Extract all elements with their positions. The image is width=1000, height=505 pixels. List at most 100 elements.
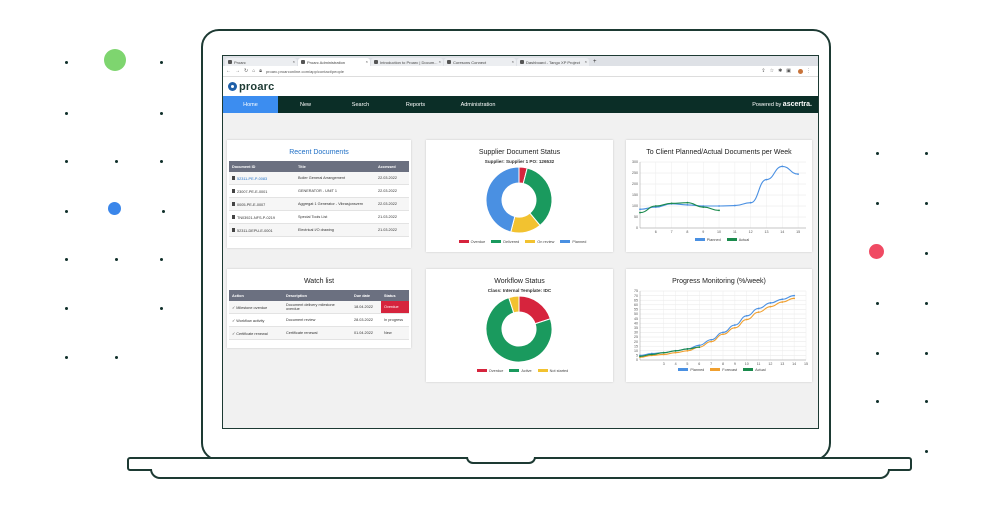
data-point[interactable]: [797, 173, 799, 175]
avatar[interactable]: [798, 68, 803, 74]
legend-label[interactable]: Planned: [572, 240, 586, 244]
data-point[interactable]: [733, 324, 736, 326]
legend-label[interactable]: Overdue: [471, 240, 486, 244]
data-point[interactable]: [686, 348, 689, 350]
document-link[interactable]: 52311-PE-P-0083: [237, 177, 267, 181]
col-status[interactable]: Status: [381, 290, 409, 301]
legend-label[interactable]: Planned: [707, 238, 721, 242]
table-row[interactable]: ✓ Certificate renewal Certificate renewal…: [229, 326, 409, 340]
data-point[interactable]: [718, 205, 720, 207]
close-icon[interactable]: ×: [585, 59, 587, 64]
data-point[interactable]: [662, 353, 665, 356]
legend-label[interactable]: Delivered: [503, 240, 519, 244]
data-point[interactable]: [757, 307, 760, 310]
series-line-actual[interactable]: [639, 346, 700, 357]
data-point[interactable]: [745, 314, 748, 317]
browser-tab[interactable]: Dashboard - Tango XP Project ×: [517, 58, 589, 66]
legend-label[interactable]: Forecast: [722, 368, 737, 372]
legend-label[interactable]: Overdue: [489, 369, 504, 373]
reload-icon[interactable]: ↻: [244, 68, 248, 74]
document-link[interactable]: 52311-DEPU-E-0001: [237, 229, 273, 233]
data-point[interactable]: [733, 326, 736, 329]
data-point[interactable]: [781, 298, 784, 301]
logo[interactable]: proarc: [239, 81, 274, 93]
new-tab-button[interactable]: +: [590, 58, 597, 66]
data-point[interactable]: [757, 311, 760, 314]
close-icon[interactable]: ×: [366, 59, 368, 64]
data-point[interactable]: [745, 318, 748, 321]
share-icon[interactable]: ⇪: [761, 68, 765, 74]
legend-label[interactable]: Planned: [690, 368, 704, 372]
table-row[interactable]: ✓ Workflow activity Document review 28.03.…: [229, 313, 409, 327]
data-point[interactable]: [781, 165, 784, 168]
col-due-date[interactable]: Due date: [351, 290, 381, 301]
browser-tab-active[interactable]: Proarc Administration ×: [298, 58, 370, 66]
data-point[interactable]: [639, 211, 641, 214]
table-row[interactable]: 23007-PE-E-0001 GENERATOR - UNIT 1 22.03.2…: [229, 184, 409, 198]
data-point[interactable]: [722, 333, 724, 336]
document-link[interactable]: 0005-PE-E-0007: [237, 203, 265, 207]
data-point[interactable]: [710, 340, 713, 343]
data-point[interactable]: [654, 205, 657, 207]
col-title[interactable]: Title: [295, 161, 375, 172]
data-point[interactable]: [722, 331, 724, 334]
data-point[interactable]: [698, 346, 701, 349]
menu-administration[interactable]: Administration: [443, 96, 513, 113]
back-icon[interactable]: ←: [226, 68, 231, 74]
col-description[interactable]: Description: [283, 290, 351, 301]
star-icon[interactable]: ☆: [770, 68, 774, 74]
col-document-id[interactable]: Document ID: [229, 161, 295, 172]
document-link[interactable]: TN03921-NFS-P-0219: [237, 216, 275, 220]
data-point[interactable]: [702, 206, 705, 208]
data-point[interactable]: [769, 302, 772, 304]
data-point[interactable]: [674, 349, 677, 352]
url-field[interactable]: proarc.proarconline.com/app/contact/peop…: [266, 69, 761, 74]
legend-label[interactable]: Actual: [755, 368, 766, 372]
table-row[interactable]: 52311-DEPU-E-0001 Electrical I/O drawing 2…: [229, 223, 409, 237]
data-point[interactable]: [749, 201, 752, 204]
data-point[interactable]: [793, 294, 796, 297]
menu-icon[interactable]: ⋮: [806, 68, 811, 74]
col-action[interactable]: Action: [229, 290, 283, 301]
table-row[interactable]: TN03921-NFS-P-0219 Special Tools List 21.0…: [229, 210, 409, 224]
data-point[interactable]: [650, 353, 653, 356]
data-point[interactable]: [781, 301, 784, 303]
data-point[interactable]: [670, 202, 673, 205]
forward-icon[interactable]: →: [235, 68, 240, 74]
menu-new[interactable]: New: [278, 96, 333, 113]
menu-search[interactable]: Search: [333, 96, 388, 113]
table-row[interactable]: ✓ Milestone overdue Document delivery mil…: [229, 301, 409, 314]
legend-label[interactable]: Actual: [739, 238, 750, 242]
browser-tab[interactable]: Proarc ×: [225, 58, 297, 66]
menu-reports[interactable]: Reports: [388, 96, 443, 113]
data-point[interactable]: [686, 201, 689, 204]
data-point[interactable]: [686, 349, 689, 352]
browser-tab[interactable]: Coresons Connect ×: [444, 58, 516, 66]
menu-home[interactable]: Home: [223, 96, 278, 113]
legend-label[interactable]: Not started: [550, 369, 569, 373]
data-point[interactable]: [733, 204, 736, 207]
legend-label[interactable]: On review: [537, 240, 554, 244]
browser-tab[interactable]: Introduction to Proarc | Docum... ×: [371, 58, 443, 66]
data-point[interactable]: [718, 209, 720, 212]
data-point[interactable]: [793, 297, 796, 300]
col-accessed[interactable]: Accessed: [375, 161, 409, 172]
data-point[interactable]: [698, 344, 701, 347]
data-point[interactable]: [765, 178, 768, 181]
data-point[interactable]: [639, 208, 641, 211]
close-icon[interactable]: ×: [512, 59, 514, 64]
data-point[interactable]: [710, 338, 713, 341]
sidebar-icon[interactable]: ▣: [786, 68, 791, 74]
donut-slice-overdue[interactable]: [518, 295, 552, 325]
data-point[interactable]: [639, 355, 641, 358]
table-row[interactable]: 0005-PE-E-0007 Aggregat 1 Generator - Vib…: [229, 197, 409, 211]
legend-label[interactable]: Active: [521, 369, 531, 373]
close-icon[interactable]: ×: [293, 59, 295, 64]
extensions-icon[interactable]: ✱: [778, 68, 782, 74]
data-point[interactable]: [686, 204, 689, 206]
home-icon[interactable]: ⌂: [252, 68, 255, 74]
table-row[interactable]: 52311-PE-P-0083 Boiler General Arrangemen…: [229, 172, 409, 185]
data-point[interactable]: [769, 305, 772, 308]
close-icon[interactable]: ×: [439, 59, 441, 64]
data-point[interactable]: [674, 351, 677, 354]
